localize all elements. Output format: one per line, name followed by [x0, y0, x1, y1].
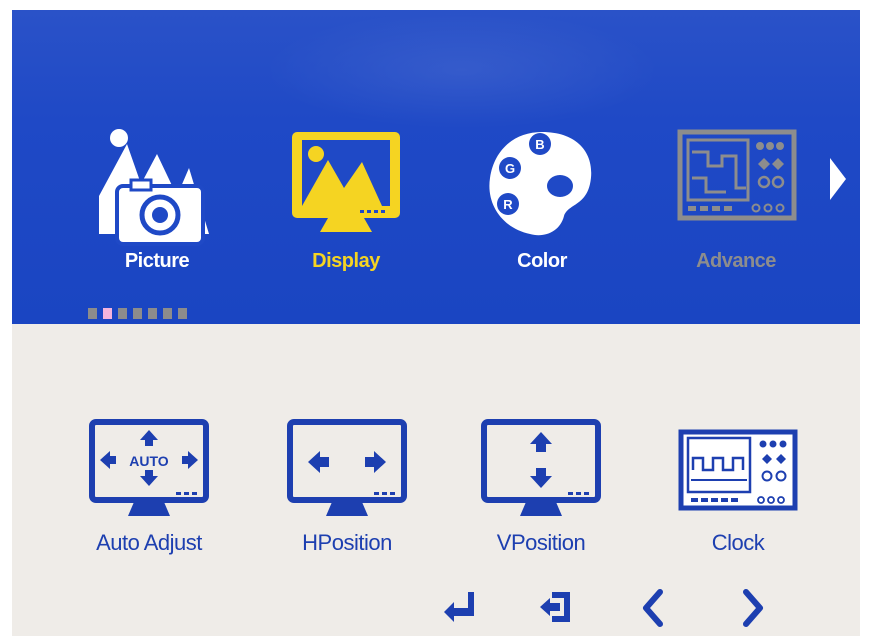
- sub-item-v-position[interactable]: VPosition: [466, 418, 616, 568]
- page-dot: [133, 308, 142, 319]
- page-dot: [178, 308, 187, 319]
- chevron-right-icon[interactable]: [740, 588, 766, 628]
- menu-label-color: Color: [517, 250, 567, 272]
- picture-icon: [99, 129, 209, 246]
- sub-item-clock[interactable]: Clock: [663, 418, 813, 568]
- sub-label-h-position: HPosition: [302, 530, 392, 555]
- enter-icon[interactable]: [442, 588, 478, 624]
- menu-label-picture: Picture: [124, 250, 190, 272]
- svg-text:R: R: [503, 197, 513, 212]
- advance-icon: [677, 129, 797, 221]
- page-dot-active: [103, 308, 112, 319]
- osd-screen: Picture Display B G R Color Advance AUTO…: [12, 10, 860, 636]
- menu-item-color[interactable]: B G R Color: [472, 126, 612, 272]
- menu-item-display[interactable]: Display: [276, 126, 416, 272]
- chevron-left-icon[interactable]: [640, 588, 666, 628]
- clock-icon: [678, 429, 798, 511]
- auto-adjust-icon-text: AUTO: [129, 453, 169, 469]
- page-dot: [163, 308, 172, 319]
- color-palette-icon: B G R: [489, 132, 592, 236]
- sub-label-auto-adjust: Auto Adjust: [96, 530, 202, 555]
- h-position-icon: [287, 419, 407, 516]
- sub-label-v-position: VPosition: [496, 530, 586, 555]
- page-dot: [148, 308, 157, 319]
- menu-label-display: Display: [312, 250, 380, 272]
- page-dot: [88, 308, 97, 319]
- exit-icon[interactable]: [538, 588, 572, 624]
- v-position-icon: [481, 419, 601, 516]
- menu-item-advance[interactable]: Advance: [666, 126, 806, 272]
- sub-label-clock: Clock: [711, 530, 765, 555]
- menu-label-advance: Advance: [696, 250, 776, 272]
- sub-item-auto-adjust[interactable]: AUTO Auto Adjust: [74, 418, 224, 568]
- chevron-right-icon[interactable]: [828, 156, 848, 202]
- page-indicator: [88, 306, 193, 319]
- display-icon: [292, 132, 400, 232]
- sub-item-h-position[interactable]: HPosition: [272, 418, 422, 568]
- svg-text:B: B: [535, 137, 544, 152]
- main-menu-bar: Picture Display B G R Color Advance: [12, 10, 860, 324]
- page-dot: [118, 308, 127, 319]
- auto-adjust-icon: AUTO: [89, 419, 209, 516]
- svg-text:G: G: [505, 161, 515, 176]
- menu-item-picture[interactable]: Picture: [87, 126, 227, 272]
